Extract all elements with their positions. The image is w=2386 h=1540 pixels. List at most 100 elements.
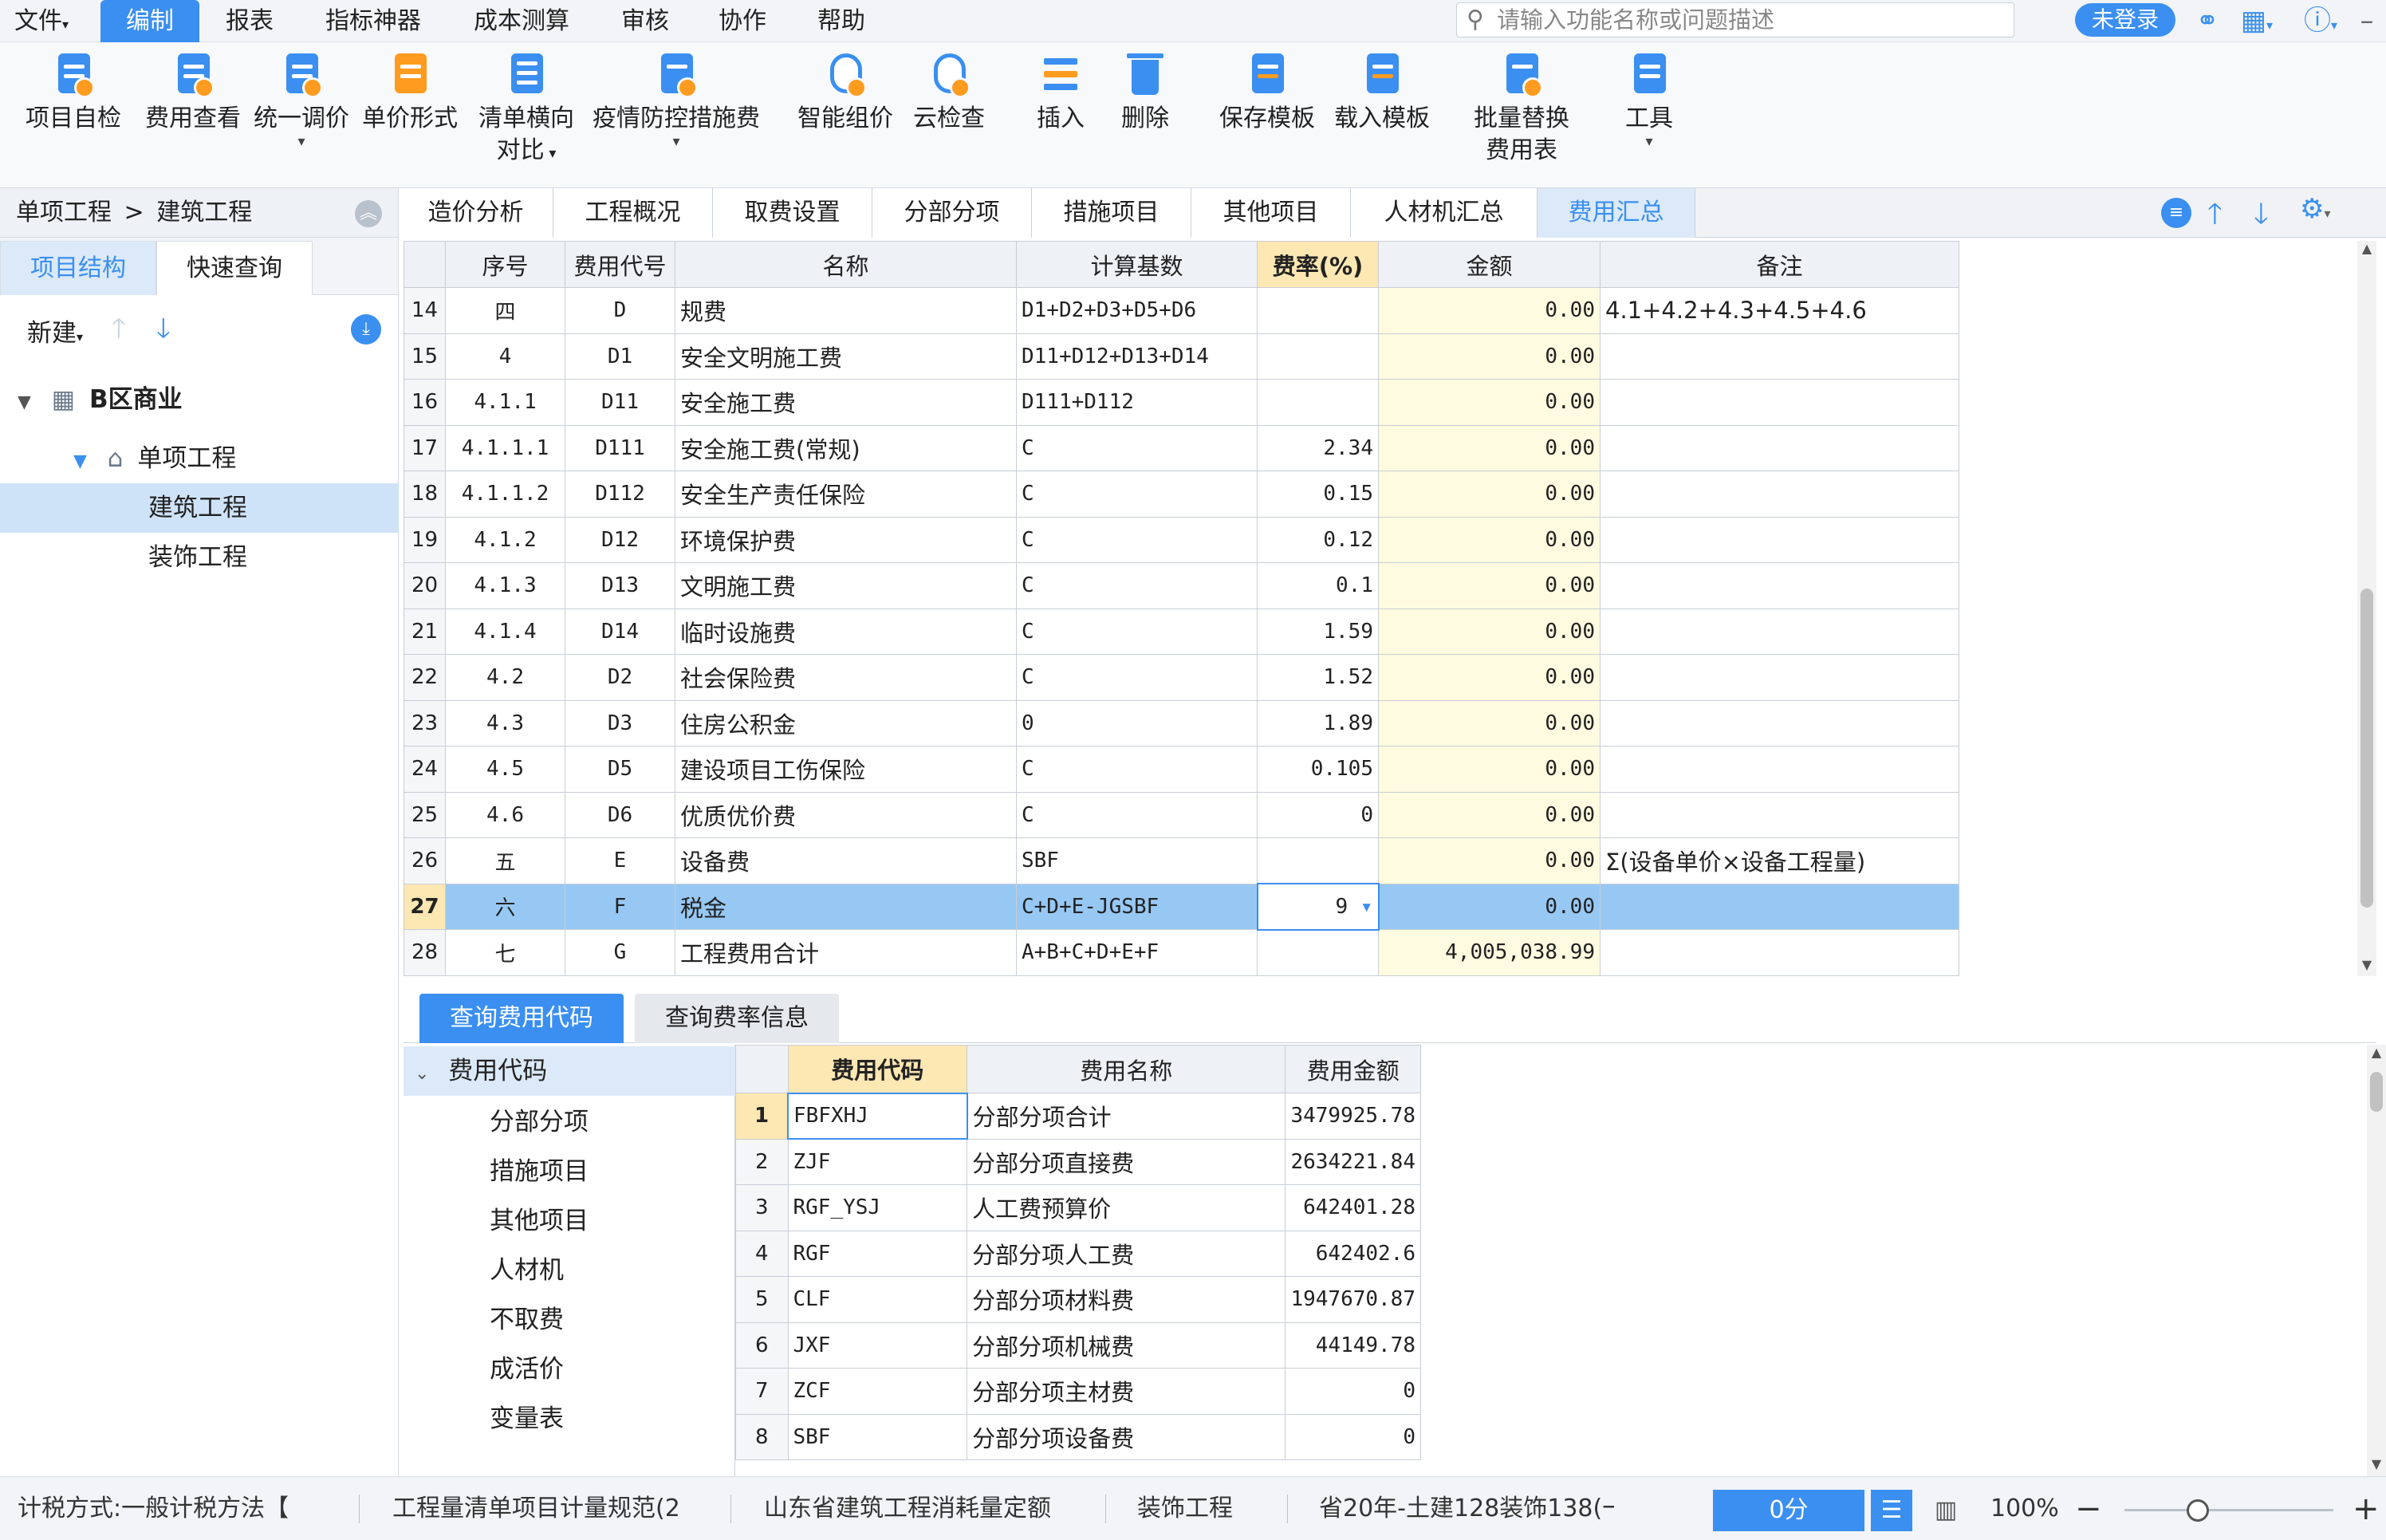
cell-code[interactable]: E xyxy=(565,837,675,884)
cell-fee-code[interactable]: CLF xyxy=(787,1276,968,1323)
table-row[interactable]: 5 CLF 分部分项材料费 1947670.87 xyxy=(735,1276,1421,1323)
cell-name[interactable]: 住房公积金 xyxy=(675,699,1017,746)
cell-fee-amount[interactable]: 1947670.87 xyxy=(1285,1276,1421,1323)
table-row[interactable]: 18 4.1.1.2 D112 安全生产责任保险 C 0.15 0.00 xyxy=(404,471,1959,518)
cell-seq[interactable]: 4.1.1.1 xyxy=(445,424,565,471)
header-fee-code[interactable]: 费用代码 xyxy=(787,1045,968,1093)
cell-amount[interactable]: 4,005,038.99 xyxy=(1378,929,1601,976)
cell-seq[interactable]: 五 xyxy=(445,837,565,884)
cell-code[interactable]: D3 xyxy=(565,699,675,746)
cell-fee-amount[interactable]: 3479925.78 xyxy=(1285,1093,1421,1140)
cell-rate[interactable] xyxy=(1257,379,1379,426)
cell-rate[interactable]: 1.89 xyxy=(1257,699,1379,746)
cell-rate[interactable]: 0 xyxy=(1257,791,1379,838)
tab-division-items[interactable]: 分部分项 xyxy=(872,188,1032,238)
list-view-icon[interactable]: ☰ xyxy=(1871,1490,1912,1531)
cell-fee-amount[interactable]: 44149.78 xyxy=(1285,1321,1421,1369)
cell-amount[interactable]: 0.00 xyxy=(1378,471,1601,518)
cell-base[interactable]: SBF xyxy=(1016,837,1258,884)
cell-name[interactable]: 安全施工费(常规) xyxy=(675,424,1017,471)
cell-fee-amount[interactable]: 0 xyxy=(1285,1368,1421,1415)
cell-base[interactable]: C xyxy=(1016,654,1258,701)
cell-seq[interactable]: 4.1.1 xyxy=(445,379,565,426)
cell-amount[interactable]: 0.00 xyxy=(1378,699,1601,746)
cell-code[interactable]: D1 xyxy=(565,333,675,380)
smart-pricing-button[interactable]: 智能组价 xyxy=(789,50,901,135)
code-tree-item[interactable]: 不取费 xyxy=(404,1295,735,1345)
cell-rate[interactable] xyxy=(1257,287,1379,334)
cell-seq[interactable]: 4.1.4 xyxy=(445,608,565,655)
header-seq[interactable]: 序号 xyxy=(445,241,565,288)
zoom-out-icon[interactable]: − xyxy=(2075,1490,2102,1528)
cell-note[interactable] xyxy=(1600,516,1959,563)
cell-name[interactable]: 社会保险费 xyxy=(675,654,1017,701)
cell-amount[interactable]: 0.00 xyxy=(1378,379,1601,426)
apps-grid-icon[interactable]: ▦▾ xyxy=(2233,3,2281,38)
cell-rate[interactable]: 1.59 xyxy=(1257,608,1379,655)
menu-report[interactable]: 报表 xyxy=(214,0,285,42)
cell-name[interactable]: 环境保护费 xyxy=(675,516,1017,563)
grid-scrollbar[interactable]: ▲ ▼ xyxy=(2357,241,2376,976)
batch-replace-fee-table-button[interactable]: 批量替换 费用表 xyxy=(1466,50,1577,167)
cell-amount[interactable]: 0.00 xyxy=(1378,516,1601,563)
cell-fee-code[interactable]: FBFXHJ xyxy=(787,1092,968,1140)
cell-fee-name[interactable]: 分部分项机械费 xyxy=(967,1321,1286,1369)
code-tree-item[interactable]: 变量表 xyxy=(404,1394,735,1444)
cell-code[interactable]: D6 xyxy=(565,791,675,838)
cell-base[interactable]: C xyxy=(1016,471,1258,518)
cell-fee-code[interactable]: RGF_YSJ xyxy=(787,1184,968,1231)
table-row[interactable]: 20 4.1.3 D13 文明施工费 C 0.1 0.00 xyxy=(404,562,1959,609)
unit-price-form-button[interactable]: 单价形式 xyxy=(354,50,466,135)
scroll-thumb[interactable] xyxy=(2360,589,2373,908)
cell-rate[interactable] xyxy=(1257,333,1379,380)
cell-base[interactable]: C xyxy=(1016,562,1258,609)
cell-seq[interactable]: 四 xyxy=(445,287,565,334)
cell-amount[interactable]: 0.00 xyxy=(1378,562,1601,609)
code-tree-item[interactable]: 其他项目 xyxy=(404,1196,735,1246)
cell-fee-code[interactable]: ZCF xyxy=(787,1368,968,1415)
cell-rate[interactable]: 2.34 xyxy=(1257,424,1379,471)
menu-help[interactable]: 帮助 xyxy=(813,0,869,42)
cell-note[interactable]: 4.1+4.2+4.3+4.5+4.6 xyxy=(1600,287,1959,334)
cell-amount[interactable]: 0.00 xyxy=(1378,287,1601,334)
scroll-down-icon[interactable]: ▼ xyxy=(2367,1456,2386,1471)
cell-fee-code[interactable]: JXF xyxy=(787,1321,968,1369)
search-input[interactable]: ⚲ 请输入功能名称或问题描述 xyxy=(1456,2,2014,37)
cell-code[interactable]: D xyxy=(565,287,675,334)
cell-note[interactable] xyxy=(1600,883,1959,930)
tab-project-overview[interactable]: 工程概况 xyxy=(553,188,713,238)
table-row[interactable]: 1 FBFXHJ 分部分项合计 3479925.78 xyxy=(735,1092,1421,1140)
cell-base[interactable]: 0 xyxy=(1016,699,1258,746)
project-self-check-button[interactable]: 项目自检 xyxy=(18,50,129,135)
cell-fee-name[interactable]: 人工费预算价 xyxy=(967,1184,1286,1231)
cell-note[interactable]: Σ(设备单价×设备工程量) xyxy=(1600,837,1959,884)
scroll-up-icon[interactable]: ▲ xyxy=(2367,1045,2386,1060)
cell-amount[interactable]: 0.00 xyxy=(1378,791,1601,838)
tree-node-b-commercial[interactable]: ▼ ▦ B区商业 xyxy=(0,375,399,424)
cell-seq[interactable]: 4.1.2 xyxy=(445,516,565,563)
unified-price-adjust-button[interactable]: 统一调价 ▾ xyxy=(246,50,357,149)
cell-rate[interactable]: 0.1 xyxy=(1257,562,1379,609)
tools-button[interactable]: 工具 ▾ xyxy=(1609,50,1689,149)
cell-name[interactable]: 优质优价费 xyxy=(675,791,1017,838)
cell-name[interactable]: 设备费 xyxy=(675,837,1017,884)
tab-fee-summary[interactable]: 费用汇总 xyxy=(1538,188,1695,238)
cell-code[interactable]: D13 xyxy=(565,562,675,609)
cell-name[interactable]: 安全文明施工费 xyxy=(675,333,1017,380)
tab-project-structure[interactable]: 项目结构 xyxy=(0,241,156,295)
code-tree-item[interactable]: 成活价 xyxy=(404,1345,735,1394)
table-row[interactable]: 28 七 G 工程费用合计 A+B+C+D+E+F 4,005,038.99 xyxy=(404,929,1959,976)
tab-labor-material-summary[interactable]: 人材机汇总 xyxy=(1351,188,1538,238)
login-button[interactable]: 未登录 xyxy=(2075,3,2175,37)
tree-node-decoration-project[interactable]: 装饰工程 xyxy=(0,533,399,582)
table-row[interactable]: 8 SBF 分部分项设备费 0 xyxy=(735,1413,1421,1460)
cell-note[interactable] xyxy=(1600,379,1959,426)
cell-fee-code[interactable]: SBF xyxy=(787,1413,968,1460)
cell-note[interactable] xyxy=(1600,699,1959,746)
zoom-slider[interactable] xyxy=(2124,1509,2333,1511)
cell-name[interactable]: 规费 xyxy=(675,287,1017,334)
cell-fee-amount[interactable]: 642401.28 xyxy=(1285,1184,1421,1231)
cell-code[interactable]: D5 xyxy=(565,746,675,793)
cell-fee-name[interactable]: 分部分项合计 xyxy=(967,1093,1286,1140)
cell-seq[interactable]: 4.1.3 xyxy=(445,562,565,609)
